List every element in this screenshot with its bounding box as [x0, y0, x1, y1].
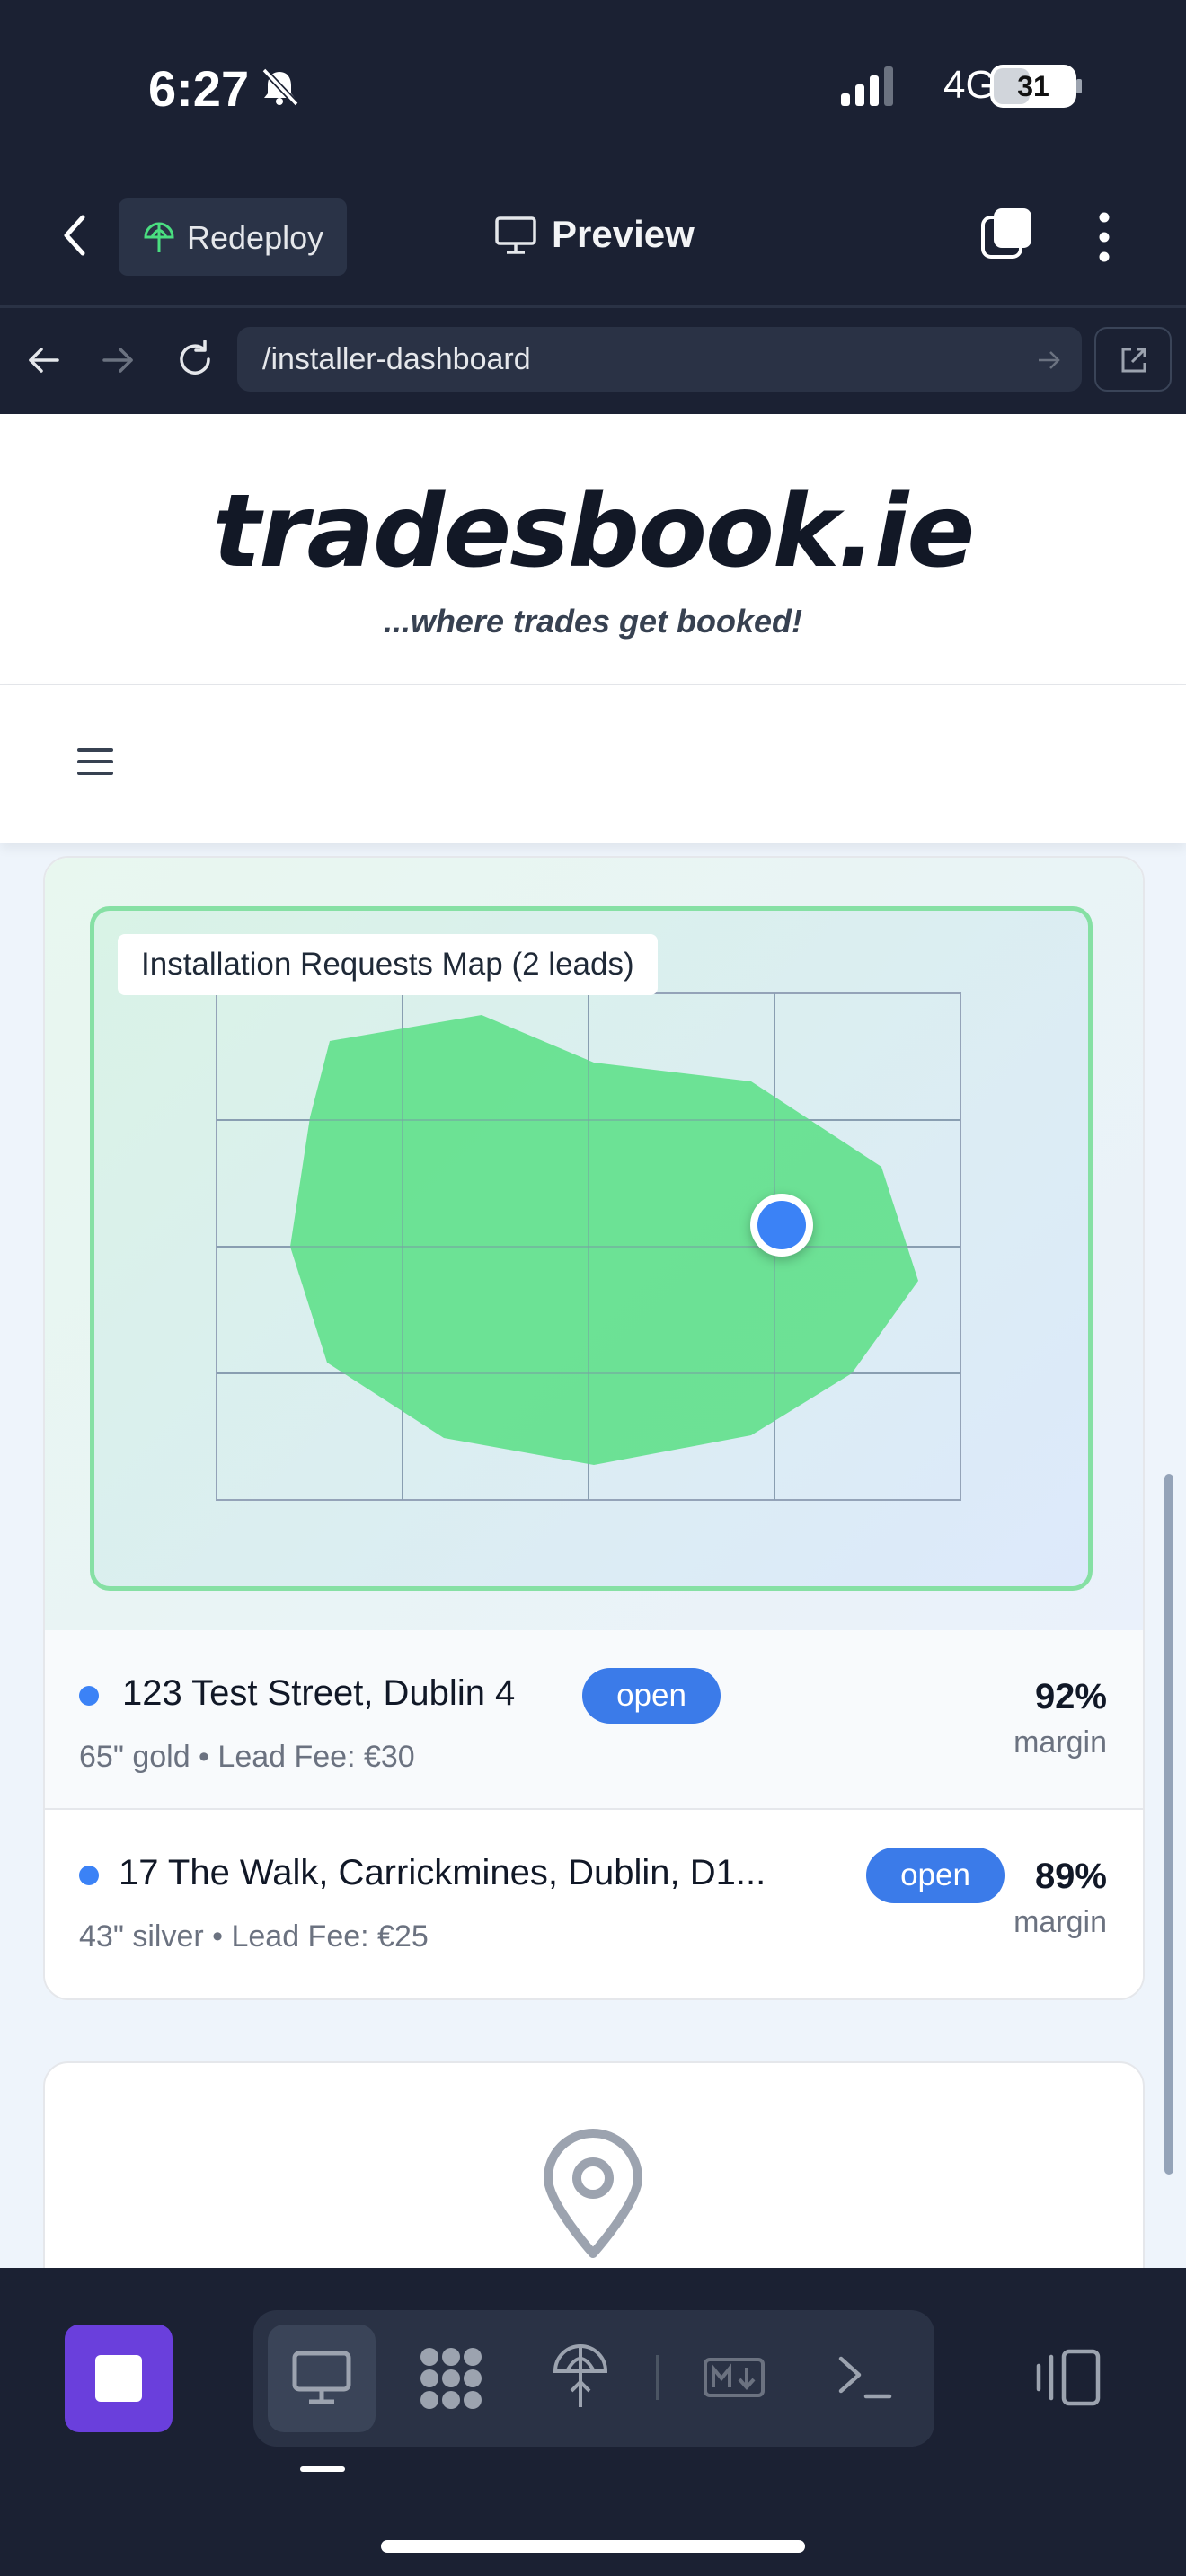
lead-marker-dot	[757, 1201, 806, 1249]
apps-icon[interactable]	[417, 2344, 485, 2413]
lead-address: 123 Test Street, Dublin 4	[122, 1673, 516, 1713]
map-title: Installation Requests Map (2 leads)	[141, 947, 634, 982]
installation-map[interactable]: Installation Requests Map (2 leads)	[90, 906, 1093, 1591]
open-external-button[interactable]	[1094, 327, 1172, 392]
lead-details: 65" gold • Lead Fee: €30	[79, 1740, 415, 1774]
service-area-region	[290, 1015, 918, 1465]
map-section: Installation Requests Map (2 leads)	[45, 858, 1143, 1630]
battery-tip	[1076, 79, 1082, 93]
lead-margin-label: margin	[1013, 1905, 1107, 1939]
reload-icon[interactable]	[174, 339, 216, 380]
page-scrollbar[interactable]	[1164, 1474, 1173, 2175]
lead-status-dot	[79, 1686, 99, 1706]
status-badge: open	[582, 1668, 721, 1724]
deploy-tab-icon[interactable]	[552, 2342, 609, 2411]
lead-margin-value: 89%	[1034, 1857, 1107, 1896]
browser-back-icon[interactable]	[25, 341, 63, 379]
location-pin-icon	[544, 2129, 642, 2258]
back-chevron-icon[interactable]	[56, 212, 95, 259]
lead-row[interactable]: 123 Test Street, Dublin 4 open 65" gold …	[45, 1630, 1143, 1810]
network-type: 4G	[943, 63, 996, 107]
site-tagline: ...where trades get booked!	[383, 603, 803, 640]
map-title-box: Installation Requests Map (2 leads)	[118, 934, 658, 995]
site-logo[interactable]: tradesbook.ie	[0, 473, 1186, 590]
monitor-icon	[495, 216, 536, 254]
go-arrow-icon[interactable]	[1035, 347, 1062, 374]
home-indicator[interactable]	[381, 2540, 805, 2553]
preview-title[interactable]: Preview	[552, 213, 695, 256]
browser-forward-icon[interactable]	[99, 341, 137, 379]
url-text: /installer-dashboard	[262, 342, 531, 376]
terminal-icon[interactable]	[836, 2351, 893, 2402]
split-view-icon[interactable]	[1033, 2346, 1102, 2409]
site-header: tradesbook.ie ...where trades get booked…	[0, 414, 1186, 685]
nav-bar	[0, 685, 1186, 843]
redeploy-label: Redeploy	[187, 219, 324, 256]
tabs-icon[interactable]	[979, 205, 1035, 260]
leads-card: Installation Requests Map (2 leads) 123 …	[43, 856, 1145, 2000]
silent-bell-icon	[261, 67, 299, 107]
lead-row[interactable]: 17 The Walk, Carrickmines, Dublin, D1...…	[45, 1810, 1143, 1988]
battery-level: 31	[1017, 70, 1049, 102]
lead-address: 17 The Walk, Carrickmines, Dublin, D1...	[119, 1853, 766, 1892]
desktop-icon[interactable]	[291, 2350, 352, 2407]
markdown-icon[interactable]	[703, 2357, 766, 2398]
map-canvas	[216, 992, 961, 1501]
deploy-icon	[144, 222, 174, 252]
lead-margin-value: 92%	[1034, 1677, 1107, 1716]
battery-icon: 31	[990, 65, 1076, 108]
tab-divider	[656, 2355, 659, 2400]
stop-icon	[95, 2355, 142, 2402]
empty-state-card	[43, 2061, 1145, 2268]
lead-status-dot	[79, 1866, 99, 1885]
more-menu-icon[interactable]	[1091, 210, 1118, 264]
active-tab-indicator	[300, 2466, 345, 2472]
status-time: 6:27	[148, 60, 250, 117]
external-link-icon	[1121, 348, 1146, 373]
web-page: tradesbook.ie ...where trades get booked…	[0, 414, 1186, 2268]
signal-icon	[841, 66, 893, 106]
lead-details: 43" silver • Lead Fee: €25	[79, 1919, 429, 1954]
lead-margin-label: margin	[1013, 1725, 1107, 1760]
hamburger-menu-icon[interactable]	[77, 748, 113, 783]
